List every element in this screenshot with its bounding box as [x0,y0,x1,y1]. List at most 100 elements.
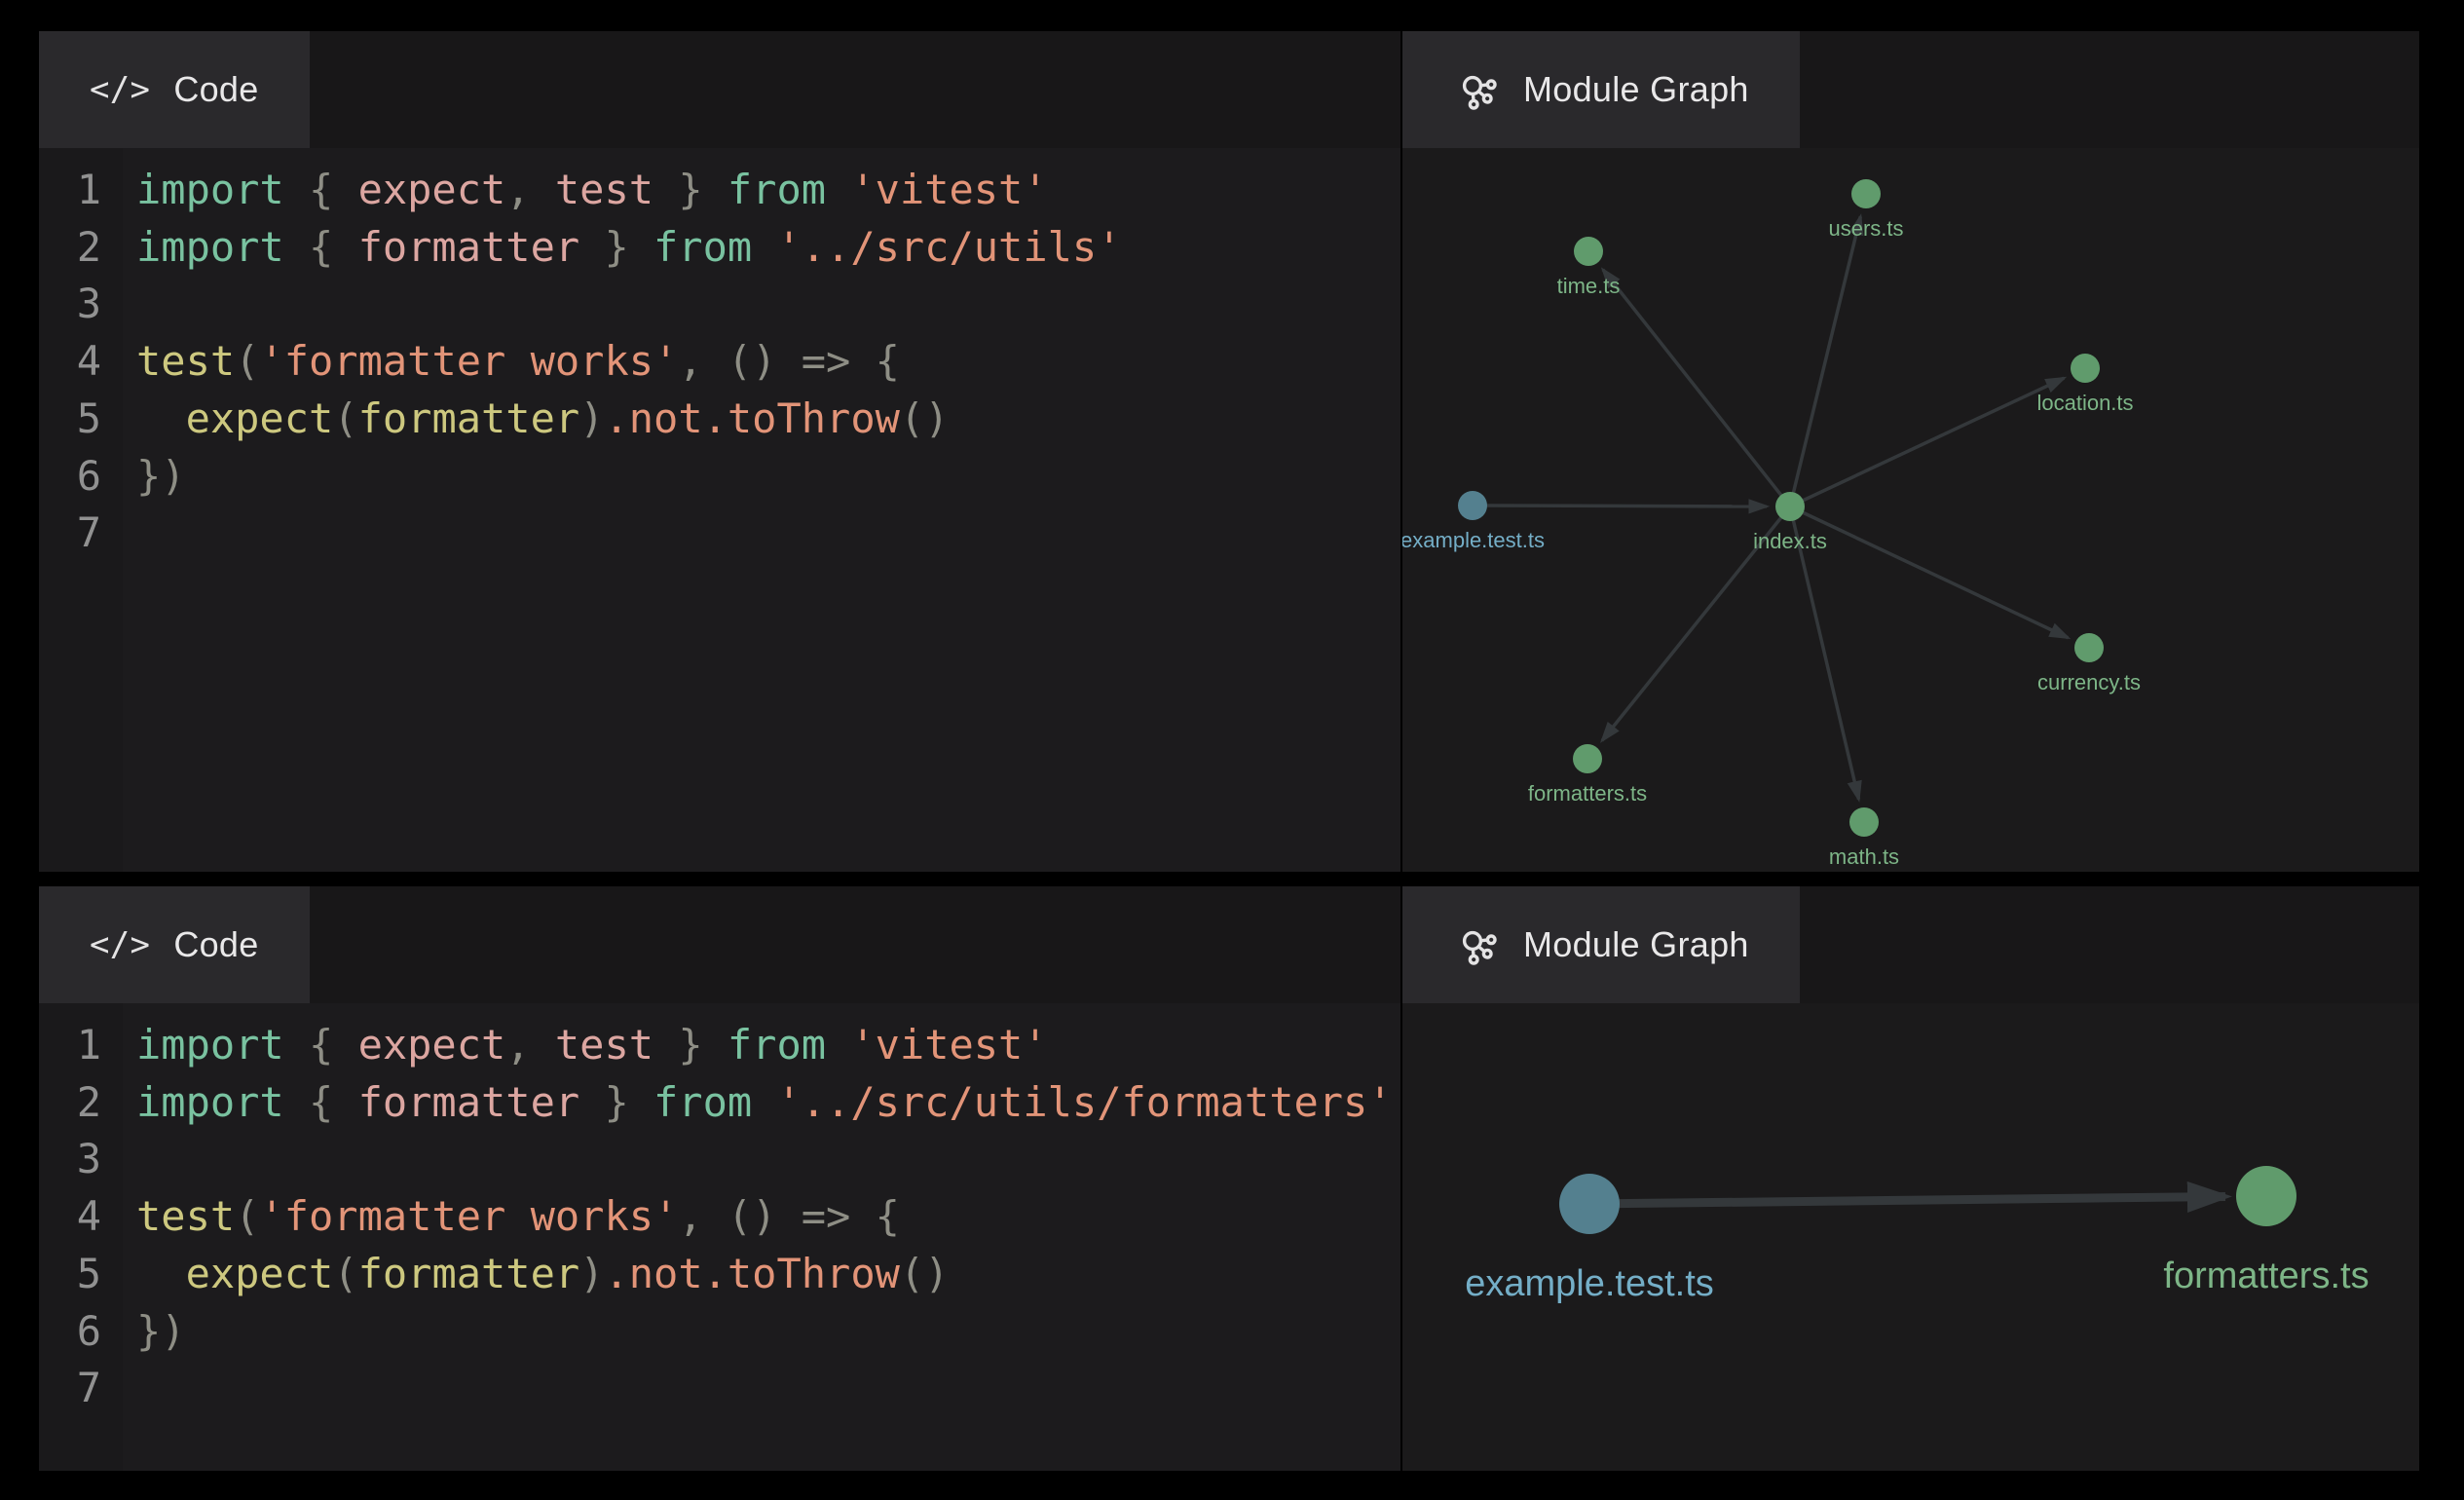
code-token: } [653,166,728,213]
code-icon: </> [90,70,150,109]
line-number: 3 [39,276,101,333]
code-token: () [900,1250,950,1297]
line-number: 6 [39,1303,101,1361]
line-number: 5 [39,1246,101,1303]
line-number: 4 [39,333,101,391]
code-token: } [653,1021,728,1069]
graph-node-label: formatters.ts [2163,1256,2369,1296]
graph-node-time[interactable] [1574,237,1603,266]
code-text: test('formatter works', () => { [101,333,900,391]
code-token: test [136,1192,235,1240]
graph-node-math[interactable] [1849,807,1879,837]
code-token: { [284,166,358,213]
code-token: , () => { [678,1192,900,1240]
graph-node-formatters[interactable] [2236,1166,2296,1226]
graph-node-label: index.ts [1753,529,1827,553]
code-icon: </> [90,925,150,964]
code-token [136,394,186,442]
code-token: import [136,1021,284,1069]
graph-node-label: users.ts [1828,216,1903,241]
panel-code-bottom: </> Code 1 import { expect, test } from '… [39,886,1400,1471]
code-token: { [284,223,358,271]
graph-node-example[interactable] [1559,1174,1620,1234]
graph-node-label: location.ts [2036,391,2133,415]
code-line: 1import { expect, test } from 'vitest' [39,1017,1400,1074]
panel-graph-top: Module Graph users.ts time.ts location.ts e… [1402,31,2419,872]
code-token: 'formatter works' [259,1192,678,1240]
line-number: 1 [39,1017,101,1074]
line-number: 2 [39,1074,101,1132]
code-editor[interactable]: 1import { expect, test } from 'vitest'2i… [39,1003,1400,1471]
tab-module-graph[interactable]: Module Graph [1402,31,1800,148]
code-line: 7 [39,1360,1400,1417]
code-line: 1import { expect, test } from 'vitest' [39,162,1400,219]
code-token: expect [358,166,506,213]
code-token: from [653,1078,752,1126]
code-token [136,1250,186,1297]
module-graph-canvas: users.ts time.ts location.ts example.test.t… [1402,148,2419,872]
code-token: test [555,1021,653,1069]
code-token: formatter [358,223,580,271]
graph-node-label: example.test.ts [1465,1263,1714,1304]
code-line: 5 expect(formatter).not.toThrow() [39,1246,1400,1303]
code-text: import { formatter } from '../src/utils/… [101,1074,1393,1132]
tab-code[interactable]: </> Code [39,31,310,148]
graph-node-formatters[interactable] [1573,744,1602,773]
module-graph-view[interactable]: example.test.ts formatters.ts [1402,1003,2419,1471]
code-token: import [136,223,284,271]
code-token: }) [136,1307,186,1355]
module-graph-view[interactable]: users.ts time.ts location.ts example.test.t… [1402,148,2419,872]
code-text: expect(formatter).not.toThrow() [101,391,949,448]
code-text: import { formatter } from '../src/utils' [101,219,1121,277]
graph-edge-index-users [1790,216,1860,506]
code-token: { [284,1078,358,1126]
graph-node-label: example.test.ts [1402,528,1545,552]
code-token: , () => { [678,337,900,385]
code-token: '../src/utils' [776,223,1121,271]
code-token: 'vitest' [850,166,1047,213]
module-graph-icon [1453,921,1500,968]
code-token: import [136,166,284,213]
code-text: }) [101,1303,186,1361]
tab-code[interactable]: </> Code [39,886,310,1003]
tab-label: Code [173,69,258,110]
graph-node-currency[interactable] [2074,633,2104,662]
code-text: test('formatter works', () => { [101,1188,900,1246]
graph-edge-index-time [1603,270,1790,506]
graph-node-label: formatters.ts [1528,781,1647,806]
code-editor[interactable]: 1import { expect, test } from 'vitest'2i… [39,148,1400,872]
graph-node-location[interactable] [2071,354,2100,383]
code-token: 'formatter works' [259,337,678,385]
graph-node-label: currency.ts [2037,670,2141,694]
graph-node-example[interactable] [1458,491,1487,520]
graph-node-users[interactable] [1851,179,1881,208]
line-number: 5 [39,391,101,448]
code-token: } [579,1078,653,1126]
line-number: 2 [39,219,101,277]
code-panel-header: </> Code [39,31,1400,148]
code-token: , [505,1021,555,1069]
code-token: expect [186,1250,334,1297]
code-token [826,166,850,213]
code-token: ( [333,394,357,442]
code-token: ) [579,394,604,442]
line-number: 7 [39,1360,101,1417]
graph-panel-header: Module Graph [1402,886,2419,1003]
line-number: 3 [39,1131,101,1188]
tab-module-graph[interactable]: Module Graph [1402,886,1800,1003]
graph-panel-header: Module Graph [1402,31,2419,148]
code-token: formatter [358,394,580,442]
code-content: 1import { expect, test } from 'vitest'2i… [39,148,1400,562]
panel-code-top: </> Code 1import { expect, test } from '… [39,31,1400,872]
code-token: test [136,337,235,385]
graph-node-index[interactable] [1775,492,1805,521]
graph-node-label: time.ts [1557,274,1621,298]
graph-edge-index-location [1790,378,2064,506]
code-line: 2import { formatter } from '../src/utils… [39,219,1400,277]
code-text [101,505,136,562]
code-token: from [653,223,752,271]
code-token: ( [333,1250,357,1297]
code-token: ( [235,337,259,385]
code-token: }) [136,452,186,500]
code-text: import { expect, test } from 'vitest' [101,162,1048,219]
